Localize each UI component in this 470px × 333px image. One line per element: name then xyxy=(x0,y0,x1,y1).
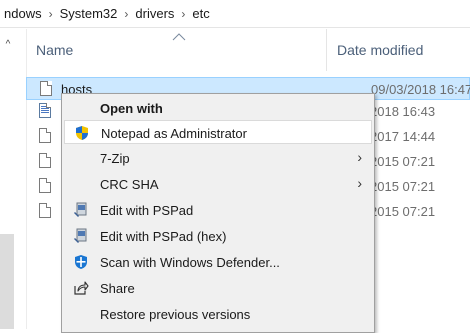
file-date: 2015 07:21 xyxy=(370,154,436,169)
breadcrumb-separator-icon[interactable]: › xyxy=(119,7,133,21)
file-icon xyxy=(39,203,51,218)
file-icon xyxy=(39,153,51,168)
menu-item-notepad-as-administrator[interactable]: Notepad as Administrator xyxy=(64,120,372,144)
file-date: 09/03/2018 16:47 xyxy=(371,82,470,97)
sort-ascending-icon xyxy=(172,33,186,41)
file-date: 2015 07:21 xyxy=(370,179,436,194)
chevron-right-icon: › xyxy=(357,149,362,165)
breadcrumb-separator-icon[interactable]: › xyxy=(176,7,190,21)
menu-item-label: Edit with PSPad (hex) xyxy=(100,229,227,244)
system-file-icon xyxy=(39,103,51,118)
breadcrumb-item-windows[interactable]: ndows xyxy=(2,6,44,21)
menu-item-open-with[interactable]: Open with xyxy=(64,96,372,120)
menu-item-7-zip[interactable]: 7-Zip › xyxy=(64,146,372,170)
file-icon xyxy=(40,81,52,96)
menu-item-label: CRC SHA xyxy=(100,177,159,192)
column-header-date-modified[interactable]: Date modified xyxy=(326,29,470,71)
share-icon xyxy=(74,281,89,295)
navigation-pane: ^ xyxy=(0,29,27,329)
menu-item-label: Scan with Windows Defender... xyxy=(100,255,280,270)
file-date: 2018 16:43 xyxy=(370,104,436,119)
breadcrumb-separator-icon[interactable]: › xyxy=(44,7,58,21)
menu-item-label: Edit with PSPad xyxy=(100,203,194,218)
defender-icon xyxy=(75,255,87,269)
menu-item-edit-with-pspad-hex[interactable]: Edit with PSPad (hex) xyxy=(64,224,372,248)
menu-item-scan-with-windows-defender[interactable]: Scan with Windows Defender... xyxy=(64,250,372,274)
pspad-icon xyxy=(74,228,87,243)
menu-item-label: Share xyxy=(100,281,135,296)
breadcrumb-item-drivers[interactable]: drivers xyxy=(133,6,176,21)
file-icon xyxy=(39,128,51,143)
breadcrumb-item-etc[interactable]: etc xyxy=(190,6,211,21)
file-icon xyxy=(39,178,51,193)
column-header-date-label: Date modified xyxy=(337,42,424,58)
chevron-right-icon: › xyxy=(357,175,362,191)
menu-item-label: 7-Zip xyxy=(100,151,130,166)
column-header-name-label: Name xyxy=(36,42,74,58)
menu-item-label: Restore previous versions xyxy=(100,307,251,322)
file-date: 2017 14:44 xyxy=(370,129,436,144)
uac-shield-icon xyxy=(76,126,88,140)
menu-item-crc-sha[interactable]: CRC SHA › xyxy=(64,172,372,196)
pspad-icon xyxy=(74,202,87,217)
breadcrumb[interactable]: ndows › System32 › drivers › etc xyxy=(0,0,470,28)
navigation-scrollbar[interactable] xyxy=(0,234,14,329)
menu-item-edit-with-pspad[interactable]: Edit with PSPad xyxy=(64,198,372,222)
menu-item-label: Notepad as Administrator xyxy=(101,126,247,141)
menu-item-share[interactable]: Share xyxy=(64,276,372,300)
breadcrumb-item-system32[interactable]: System32 xyxy=(58,6,120,21)
menu-item-restore-previous-versions[interactable]: Restore previous versions xyxy=(64,302,372,326)
menu-item-label: Open with xyxy=(100,101,163,116)
file-date: 2015 07:21 xyxy=(370,204,436,219)
scroll-up-icon[interactable]: ^ xyxy=(1,39,15,51)
context-menu: Open with Notepad as Administrator 7-Zip… xyxy=(61,93,375,333)
